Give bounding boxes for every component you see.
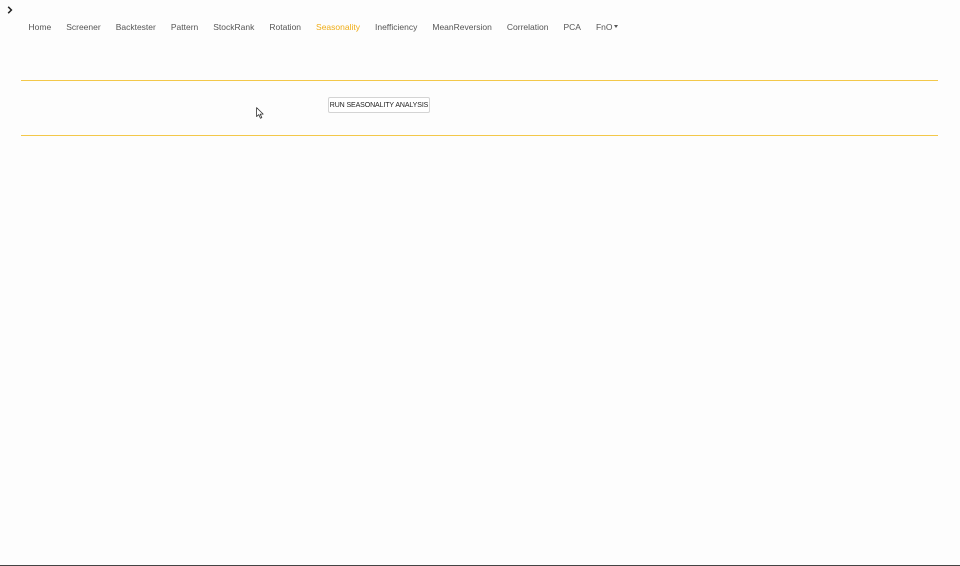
run-seasonality-analysis-button[interactable]: RUN SEASONALITY ANALYSIS — [328, 97, 430, 113]
nav-meanreversion[interactable]: MeanReversion — [425, 18, 500, 36]
sidebar-toggle-button[interactable] — [4, 4, 16, 16]
nav-rotation[interactable]: Rotation — [262, 18, 309, 36]
nav-stockrank[interactable]: StockRank — [206, 18, 262, 36]
nav-home[interactable]: Home — [21, 18, 59, 36]
nav-correlation[interactable]: Correlation — [499, 18, 556, 36]
section-divider-bottom — [21, 135, 938, 136]
caret-down-icon — [614, 25, 619, 28]
nav-seasonality[interactable]: Seasonality — [309, 18, 368, 36]
nav-screener[interactable]: Screener — [59, 18, 109, 36]
top-navbar: Home Screener Backtester Pattern StockRa… — [21, 18, 626, 36]
mouse-pointer-icon — [256, 107, 264, 119]
nav-backtester[interactable]: Backtester — [108, 18, 163, 36]
nav-inefficiency[interactable]: Inefficiency — [367, 18, 424, 36]
nav-pca[interactable]: PCA — [556, 18, 588, 36]
chevron-right-icon — [7, 6, 13, 14]
nav-fno-label: FnO — [595, 22, 613, 32]
section-divider-top — [21, 80, 938, 81]
nav-fno-dropdown[interactable]: FnO — [588, 18, 626, 36]
nav-pattern[interactable]: Pattern — [163, 18, 205, 36]
